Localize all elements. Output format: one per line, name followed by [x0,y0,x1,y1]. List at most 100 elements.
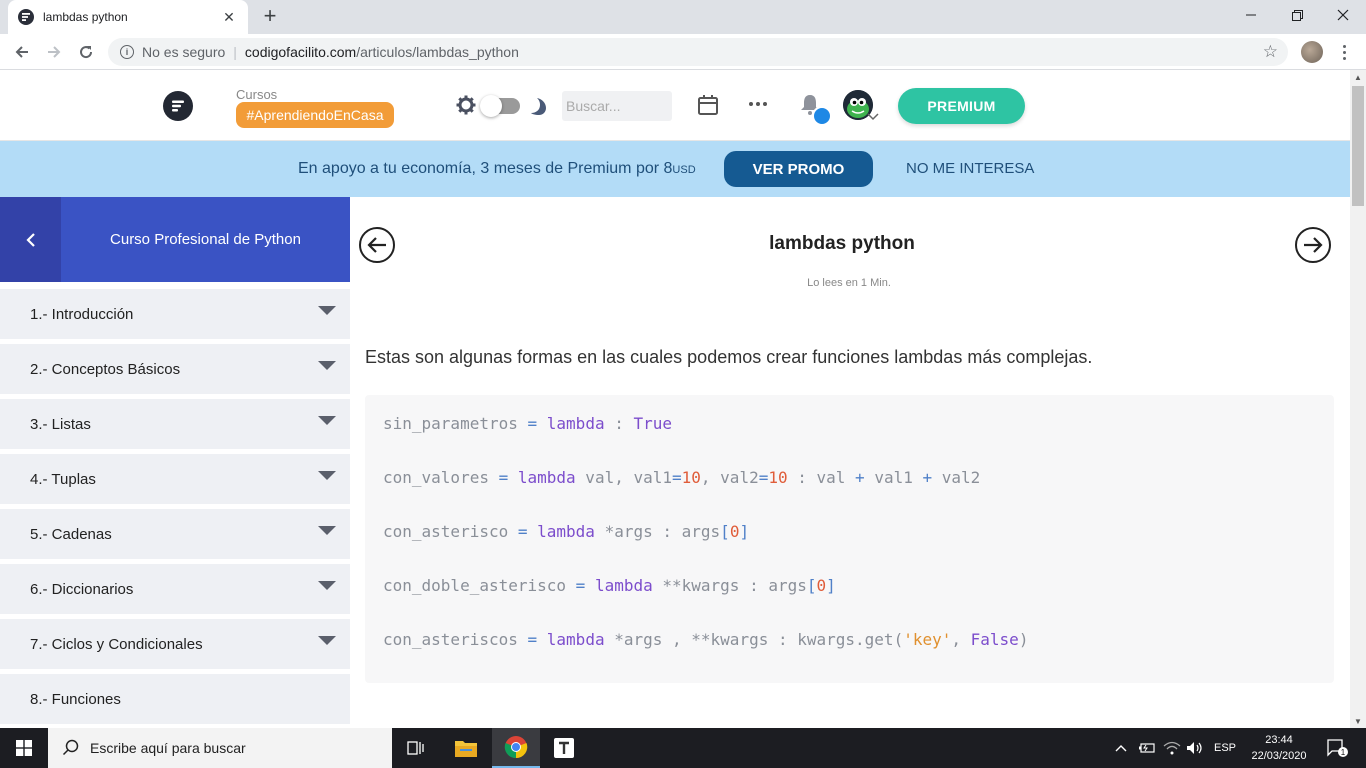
browser-tab-strip: lambdas python ✕ + [0,0,1366,34]
campaign-tag[interactable]: #AprendiendoEnCasa [236,102,394,128]
premium-button[interactable]: PREMIUM [898,88,1025,124]
browser-menu-icon[interactable] [1338,40,1350,64]
promo-currency: USD [672,164,696,176]
sidebar-item-label: 4.- Tuplas [30,470,96,488]
article-intro: Estas son algunas formas en las cuales p… [365,347,1093,367]
browser-tab[interactable]: lambdas python ✕ [8,0,248,34]
chevron-left-icon [25,232,35,247]
url-path: /articulos/lambdas_python [356,44,519,60]
typora-icon[interactable] [540,728,588,768]
volume-icon[interactable] [1186,728,1204,768]
tab-close-icon[interactable]: ✕ [220,9,238,26]
gear-icon[interactable] [456,95,476,115]
tab-title: lambdas python [43,10,128,24]
arrow-right-icon [1304,237,1323,253]
windows-taskbar: Escribe aquí para buscar ESP 23:44 22/03… [0,728,1366,768]
next-article-button[interactable] [1295,227,1331,263]
more-options-icon[interactable] [749,96,769,112]
page-title: lambdas python [769,233,915,254]
view-promo-button[interactable]: VER PROMO [724,151,873,187]
sidebar-item-tuplas[interactable]: 4.- Tuplas [0,454,350,504]
chevron-down-icon[interactable] [866,112,880,122]
sidebar-item-diccionarios[interactable]: 6.- Diccionarios [0,564,350,614]
promo-banner: En apoyo a tu economía, 3 meses de Premi… [0,141,1350,197]
chrome-icon[interactable] [492,728,540,768]
sidebar-item-cadenas[interactable]: 5.- Cadenas [0,509,350,559]
taskbar-search-placeholder: Escribe aquí para buscar [90,740,246,756]
sidebar-item-label: 2.- Conceptos Básicos [30,360,181,378]
taskbar-search-input[interactable]: Escribe aquí para buscar [48,728,392,768]
address-bar[interactable]: i No es seguro | codigofacilito.com /art… [108,38,1288,66]
site-logo[interactable] [163,91,193,121]
chapter-list: 1.- Introducción 2.- Conceptos Básicos 3… [0,289,350,729]
reload-icon[interactable] [74,40,98,64]
url-domain: codigofacilito.com [244,44,357,60]
scroll-up-icon[interactable]: ▲ [1350,70,1366,84]
language-indicator[interactable]: ESP [1214,728,1236,768]
course-sidebar: Curso Profesional de Python 1.- Introduc… [0,197,350,728]
scroll-down-icon[interactable]: ▼ [1350,714,1366,728]
search-icon [62,739,79,756]
sidebar-back-button[interactable] [0,197,61,282]
sidebar-item-introduccion[interactable]: 1.- Introducción [0,289,350,339]
read-time: Lo lees en 1 Min. [807,277,891,289]
windows-start-icon[interactable] [0,728,48,768]
minimize-window-button[interactable] [1228,0,1274,30]
scrollbar-thumb[interactable] [1352,86,1364,206]
sidebar-item-label: 1.- Introducción [30,305,134,323]
dismiss-promo-link[interactable]: NO ME INTERESA [906,160,1034,177]
notification-count: 1 [1341,748,1346,757]
caret-down-icon [318,361,336,370]
restore-window-button[interactable] [1274,0,1320,30]
caret-down-icon [318,581,336,590]
course-title[interactable]: Curso Profesional de Python [61,197,350,282]
theme-toggle[interactable] [480,95,520,117]
code-line: con_valores = lambda val, val1=10, val2=… [383,468,981,487]
search-input[interactable] [562,91,672,121]
sidebar-item-label: 3.- Listas [30,415,91,433]
promo-message: En apoyo a tu economía, 3 meses de Premi… [298,160,673,177]
moon-icon [531,98,546,115]
profile-avatar[interactable] [1301,41,1323,63]
battery-icon[interactable] [1138,728,1156,768]
courses-label[interactable]: Cursos [236,87,277,102]
article-main: lambdas python Lo lees en 1 Min. Estas s… [350,197,1350,728]
site-favicon-icon [18,9,34,25]
sidebar-item-funciones[interactable]: 8.- Funciones [0,674,350,724]
clock-time: 23:44 [1265,734,1293,746]
wifi-icon[interactable] [1163,728,1181,768]
security-status: No es seguro [142,44,226,60]
sidebar-item-label: 6.- Diccionarios [30,580,134,598]
promo-text: En apoyo a tu economía, 3 meses de Premi… [298,160,696,178]
close-window-button[interactable] [1320,0,1366,30]
info-icon[interactable]: i [120,45,134,59]
site-header: Cursos #AprendiendoEnCasa PREMIUM [0,70,1350,141]
code-line: con_asteriscos = lambda *args , **kwargs… [383,630,1029,649]
file-explorer-icon[interactable] [442,728,490,768]
sidebar-item-label: 5.- Cadenas [30,525,112,543]
browser-toolbar: i No es seguro | codigofacilito.com /art… [0,34,1366,70]
system-clock[interactable]: 23:44 22/03/2020 [1244,732,1314,764]
action-center-icon[interactable]: 1 [1322,728,1352,768]
sidebar-item-label: 7.- Ciclos y Condicionales [30,635,203,653]
back-arrow-icon[interactable] [10,40,34,64]
url-separator: | [233,44,237,60]
show-hidden-icons-icon[interactable] [1114,728,1128,768]
caret-down-icon [318,471,336,480]
task-view-icon[interactable] [392,728,440,768]
forward-arrow-icon[interactable] [42,40,66,64]
bookmark-star-icon[interactable]: ☆ [1263,42,1278,62]
sidebar-item-label: 8.- Funciones [30,690,121,708]
caret-down-icon [318,416,336,425]
caret-down-icon [318,526,336,535]
new-tab-button[interactable]: + [258,5,282,29]
sidebar-item-ciclos[interactable]: 7.- Ciclos y Condicionales [0,619,350,669]
caret-down-icon [318,636,336,645]
sidebar-item-listas[interactable]: 3.- Listas [0,399,350,449]
clock-date: 22/03/2020 [1251,750,1307,762]
code-line: con_doble_asterisco = lambda **kwargs : … [383,576,836,595]
sidebar-item-conceptos-basicos[interactable]: 2.- Conceptos Básicos [0,344,350,394]
calendar-icon[interactable] [697,94,719,116]
page-scrollbar[interactable]: ▲ ▼ [1350,70,1366,728]
code-block[interactable]: sin_parametros = lambda : True con_valor… [365,395,1334,683]
